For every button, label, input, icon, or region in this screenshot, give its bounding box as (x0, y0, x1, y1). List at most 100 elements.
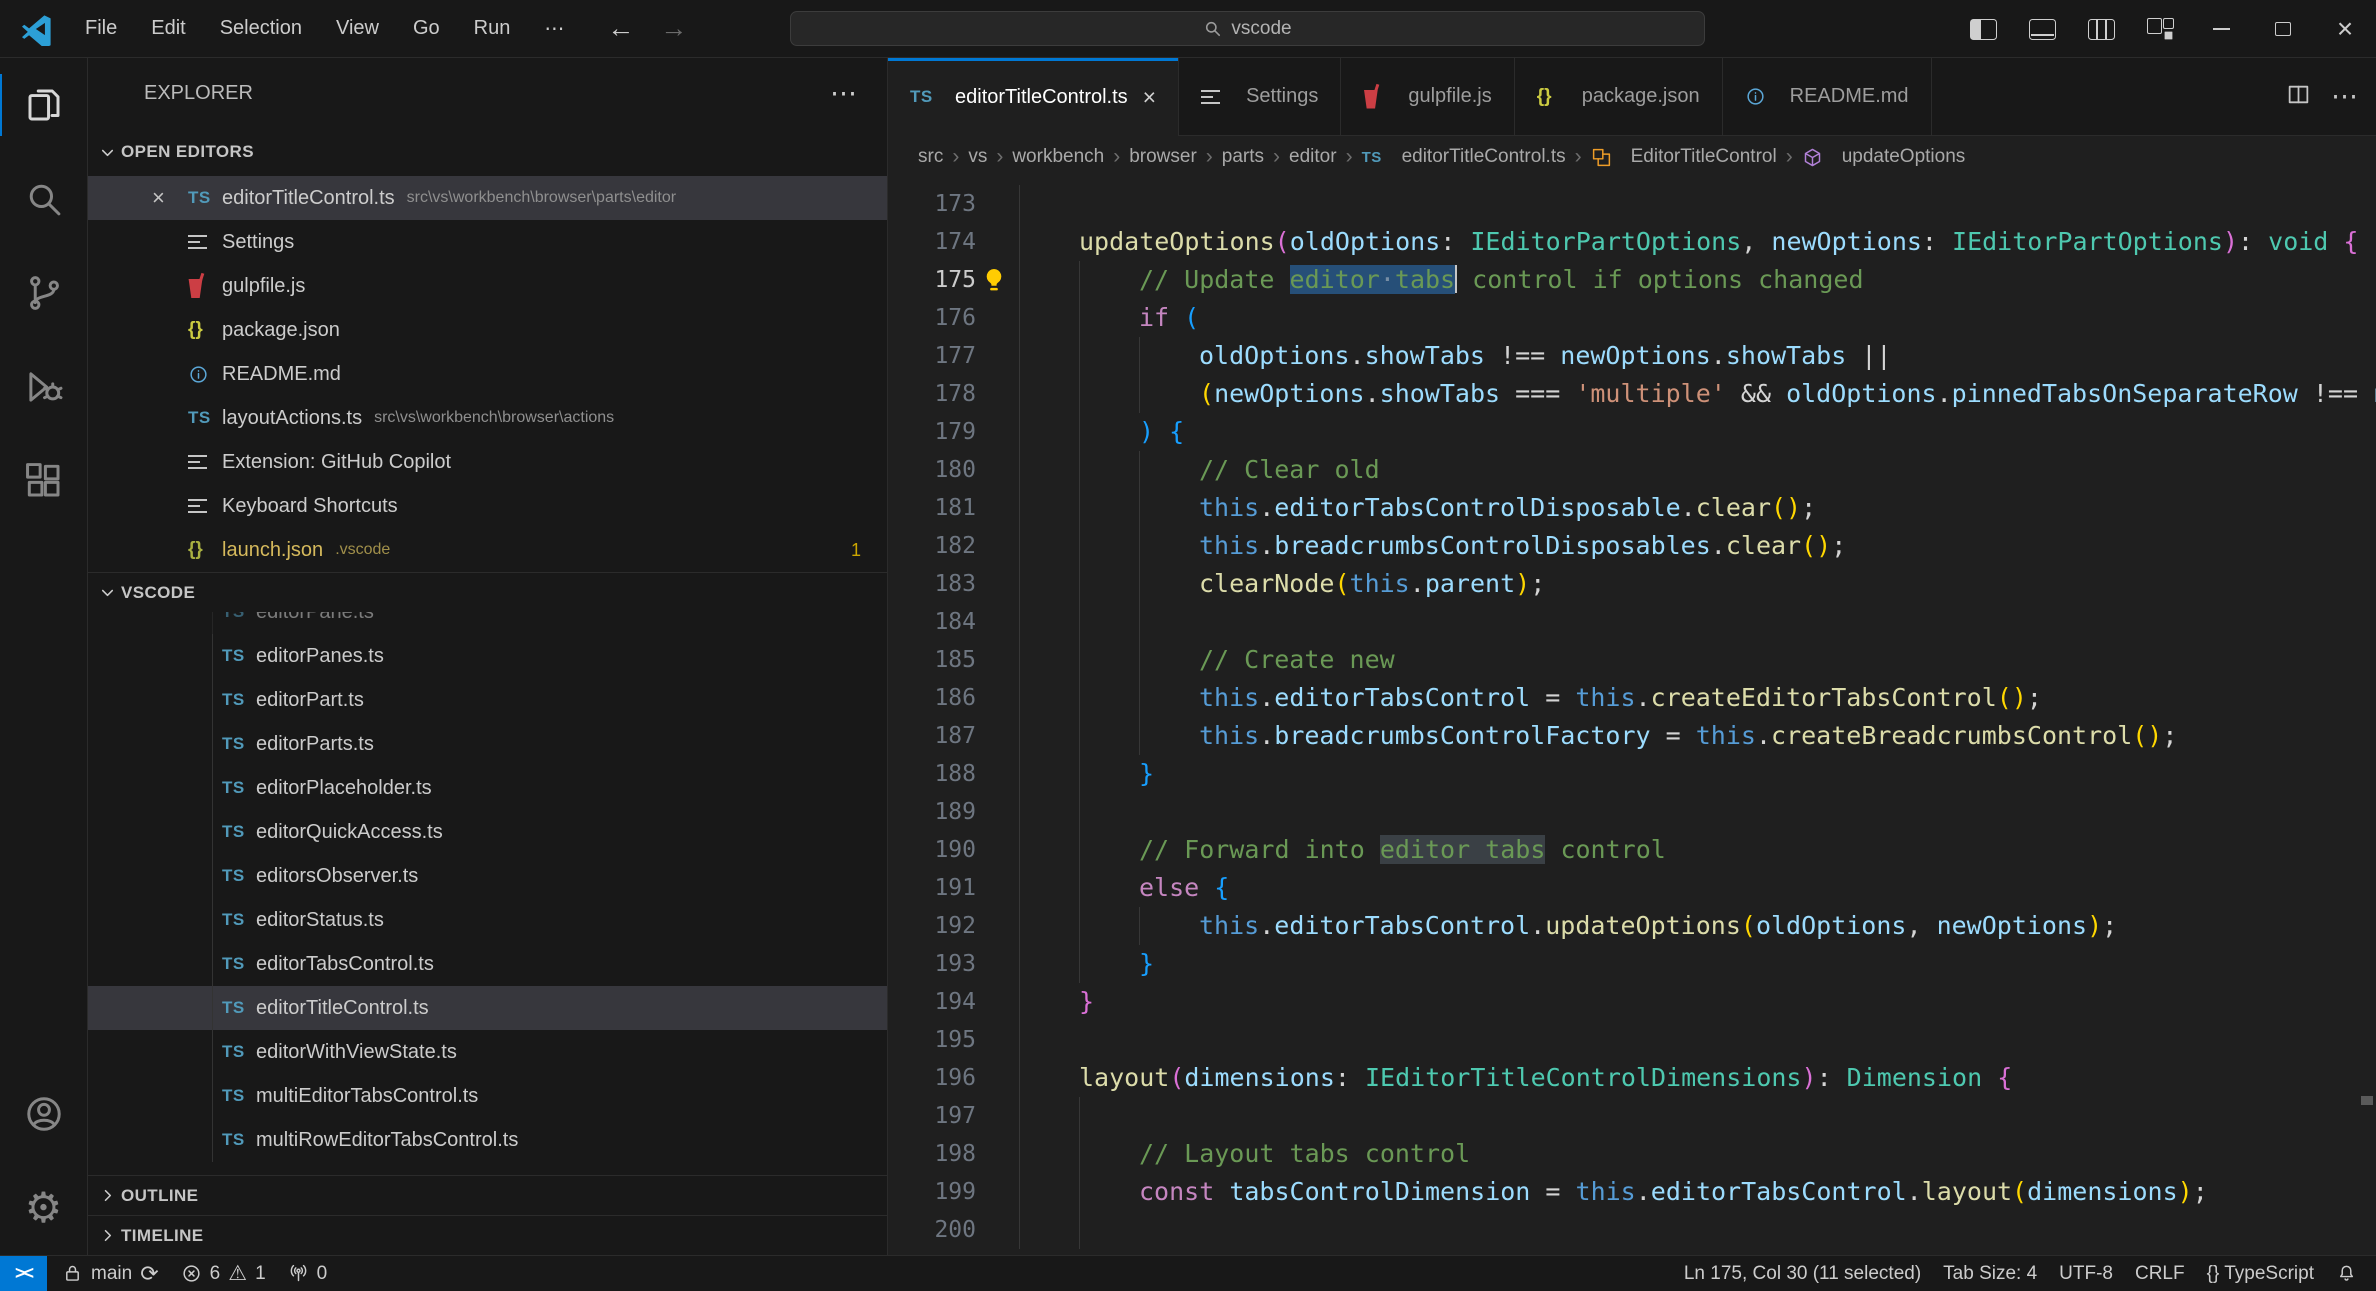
code-line[interactable]: 197 (888, 1097, 2376, 1135)
code-line[interactable]: 184 (888, 603, 2376, 641)
tree-item[interactable]: TS editorTabsControl.ts (88, 942, 887, 986)
open-editor-item[interactable]: × TS editorTitleControl.ts src\vs\workbench… (88, 176, 887, 220)
code-line[interactable]: 194} (888, 983, 2376, 1021)
code-line[interactable]: 193} (888, 945, 2376, 983)
window-maximize-button[interactable] (2252, 0, 2314, 58)
breadcrumb-item[interactable]: TS editorTitleControl.ts (1362, 146, 1566, 168)
code-line[interactable]: 191 else { (888, 869, 2376, 907)
breadcrumb-item[interactable]: updateOptions (1802, 146, 1965, 168)
code-line[interactable]: 199 const tabsControlDimension = this.edi… (888, 1173, 2376, 1211)
open-editor-item[interactable]: {} launch.json .vscode 1 (88, 528, 887, 572)
menu-item-go[interactable]: Go (396, 0, 457, 57)
lightbulb-icon[interactable] (980, 266, 1008, 294)
code-line[interactable]: 198 // Layout tabs control (888, 1135, 2376, 1173)
open-editor-item[interactable]: Extension: GitHub Copilot (88, 440, 887, 484)
editor-tab-gulpfile.js[interactable]: gulpfile.js (1341, 58, 1515, 135)
code-line[interactable]: 189 (888, 793, 2376, 831)
toggle-panel-icon[interactable] (2029, 18, 2056, 40)
activity-account-icon[interactable] (0, 1067, 88, 1161)
section-vscode[interactable]: VSCODE (88, 572, 887, 612)
window-close-button[interactable]: × (2314, 0, 2376, 58)
breadcrumb-item[interactable]: parts (1222, 146, 1264, 168)
code-line[interactable]: 179) { (888, 413, 2376, 451)
toggle-secondary-sidebar-icon[interactable] (2088, 18, 2115, 40)
breadcrumb-item[interactable]: vs (968, 146, 987, 168)
navigate-forward-icon[interactable]: → (660, 13, 687, 44)
breadcrumb-item[interactable]: editor (1289, 146, 1337, 168)
editor-more-actions-icon[interactable]: ⋯ (2331, 81, 2358, 112)
close-tab-icon[interactable]: × (1143, 84, 1156, 111)
activity-explorer-icon[interactable] (0, 58, 88, 152)
code-line[interactable]: 195 (888, 1021, 2376, 1059)
tree-item-clipped[interactable]: TS editorPane.ts (88, 612, 887, 634)
status-problems[interactable]: 6 ⚠ 1 (170, 1256, 277, 1291)
menu-item-view[interactable]: View (319, 0, 396, 57)
toggle-primary-sidebar-icon[interactable] (1970, 18, 1997, 40)
code-line[interactable]: 175 // Update editor·tabs control if opti… (888, 261, 2376, 299)
editor-tab-Settings[interactable]: Settings (1179, 58, 1342, 135)
code-line[interactable]: 174 updateOptions(oldOptions: IEditorPart… (888, 223, 2376, 261)
code-line[interactable]: 177 oldOptions.showTabs !== newOptions.sh… (888, 337, 2376, 375)
open-editor-item[interactable]: {} package.json (88, 308, 887, 352)
code-line[interactable]: 187 this.breadcrumbsControlFactory = this… (888, 717, 2376, 755)
menu-item-file[interactable]: File (68, 0, 134, 57)
status-branch[interactable]: main ⟳ (51, 1256, 170, 1291)
section-timeline[interactable]: TIMELINE (88, 1215, 887, 1255)
tree-item[interactable]: TS editorPart.ts (88, 678, 887, 722)
window-minimize-button[interactable] (2190, 0, 2252, 58)
code-line[interactable]: 176 if ( (888, 299, 2376, 337)
tree-item[interactable]: TS editorStatus.ts (88, 898, 887, 942)
tree-item[interactable]: TS editorParts.ts (88, 722, 887, 766)
status-cursor-position[interactable]: Ln 175, Col 30 (11 selected) (1673, 1256, 1932, 1291)
code-line[interactable]: 196 layout(dimensions: IEditorTitleContro… (888, 1059, 2376, 1097)
status-remote-indicator[interactable]: >< (0, 1256, 48, 1291)
code-line[interactable]: 190 // Forward into editor tabs control (888, 831, 2376, 869)
code-line[interactable]: 182 this.breadcrumbsControlDisposables.cl… (888, 527, 2376, 565)
activity-search-icon[interactable] (0, 152, 88, 246)
breadcrumb-item[interactable]: src (918, 146, 943, 168)
code-line[interactable]: 200 (888, 1211, 2376, 1249)
tree-item[interactable]: TS editorPlaceholder.ts (88, 766, 887, 810)
code-editor[interactable]: 173 174 updateOptions(oldOptions: IEditorP… (888, 178, 2376, 1255)
section-outline[interactable]: OUTLINE (88, 1175, 887, 1215)
code-line[interactable]: 173 (888, 185, 2376, 223)
code-line[interactable]: 181 this.editorTabsControlDisposable.clea… (888, 489, 2376, 527)
editor-tab-README.md[interactable]: README.md (1723, 58, 1932, 135)
status-eol[interactable]: CRLF (2124, 1256, 2196, 1291)
tree-item[interactable]: TS editorsObserver.ts (88, 854, 887, 898)
menu-item-edit[interactable]: Edit (134, 0, 202, 57)
tree-item[interactable]: TS multiRowEditorTabsControl.ts (88, 1118, 887, 1162)
open-editor-item[interactable]: README.md (88, 352, 887, 396)
explorer-more-actions-icon[interactable]: ⋯ (830, 78, 857, 109)
tree-item[interactable]: TS editorTitleControl.ts (88, 986, 887, 1030)
status-language[interactable]: {} TypeScript (2196, 1256, 2325, 1291)
tree-item[interactable]: TS editorPane.ts (88, 612, 887, 634)
breadcrumb-item[interactable]: browser (1129, 146, 1197, 168)
code-line[interactable]: 180 // Clear old (888, 451, 2376, 489)
menu-item-selection[interactable]: Selection (203, 0, 319, 57)
status-encoding[interactable]: UTF-8 (2048, 1256, 2124, 1291)
open-editor-item[interactable]: TS layoutActions.ts src\vs\workbench\brows… (88, 396, 887, 440)
editor-tab-editorTitleControl.ts[interactable]: TS editorTitleControl.ts × (888, 58, 1180, 136)
code-line[interactable]: 185 // Create new (888, 641, 2376, 679)
customize-layout-icon[interactable] (2147, 17, 2174, 41)
activity-settings-gear-icon[interactable]: ⚙ (0, 1161, 88, 1255)
code-line[interactable]: 192 this.editorTabsControl.updateOptions(… (888, 907, 2376, 945)
menu-item-run[interactable]: Run (457, 0, 528, 57)
section-open-editors[interactable]: OPEN EDITORS (88, 128, 887, 176)
command-center-search[interactable]: vscode (790, 11, 1705, 46)
code-line[interactable]: 183 clearNode(this.parent); (888, 565, 2376, 603)
status-indentation[interactable]: Tab Size: 4 (1932, 1256, 2048, 1291)
code-line[interactable]: 188} (888, 755, 2376, 793)
breadcrumb-item[interactable]: workbench (1012, 146, 1104, 168)
code-line[interactable]: 186 this.editorTabsControl = this.createE… (888, 679, 2376, 717)
editor-tab-package.json[interactable]: {} package.json (1515, 58, 1723, 135)
open-editor-item[interactable]: Settings (88, 220, 887, 264)
activity-source-control-icon[interactable] (0, 246, 88, 340)
tree-item[interactable]: TS editorWithViewState.ts (88, 1030, 887, 1074)
open-editor-item[interactable]: Keyboard Shortcuts (88, 484, 887, 528)
activity-run-debug-icon[interactable] (0, 340, 88, 434)
tree-item[interactable]: TS multiEditorTabsControl.ts (88, 1074, 887, 1118)
activity-extensions-icon[interactable] (0, 434, 88, 528)
code-line[interactable]: 178 (newOptions.showTabs === 'multiple' &… (888, 375, 2376, 413)
